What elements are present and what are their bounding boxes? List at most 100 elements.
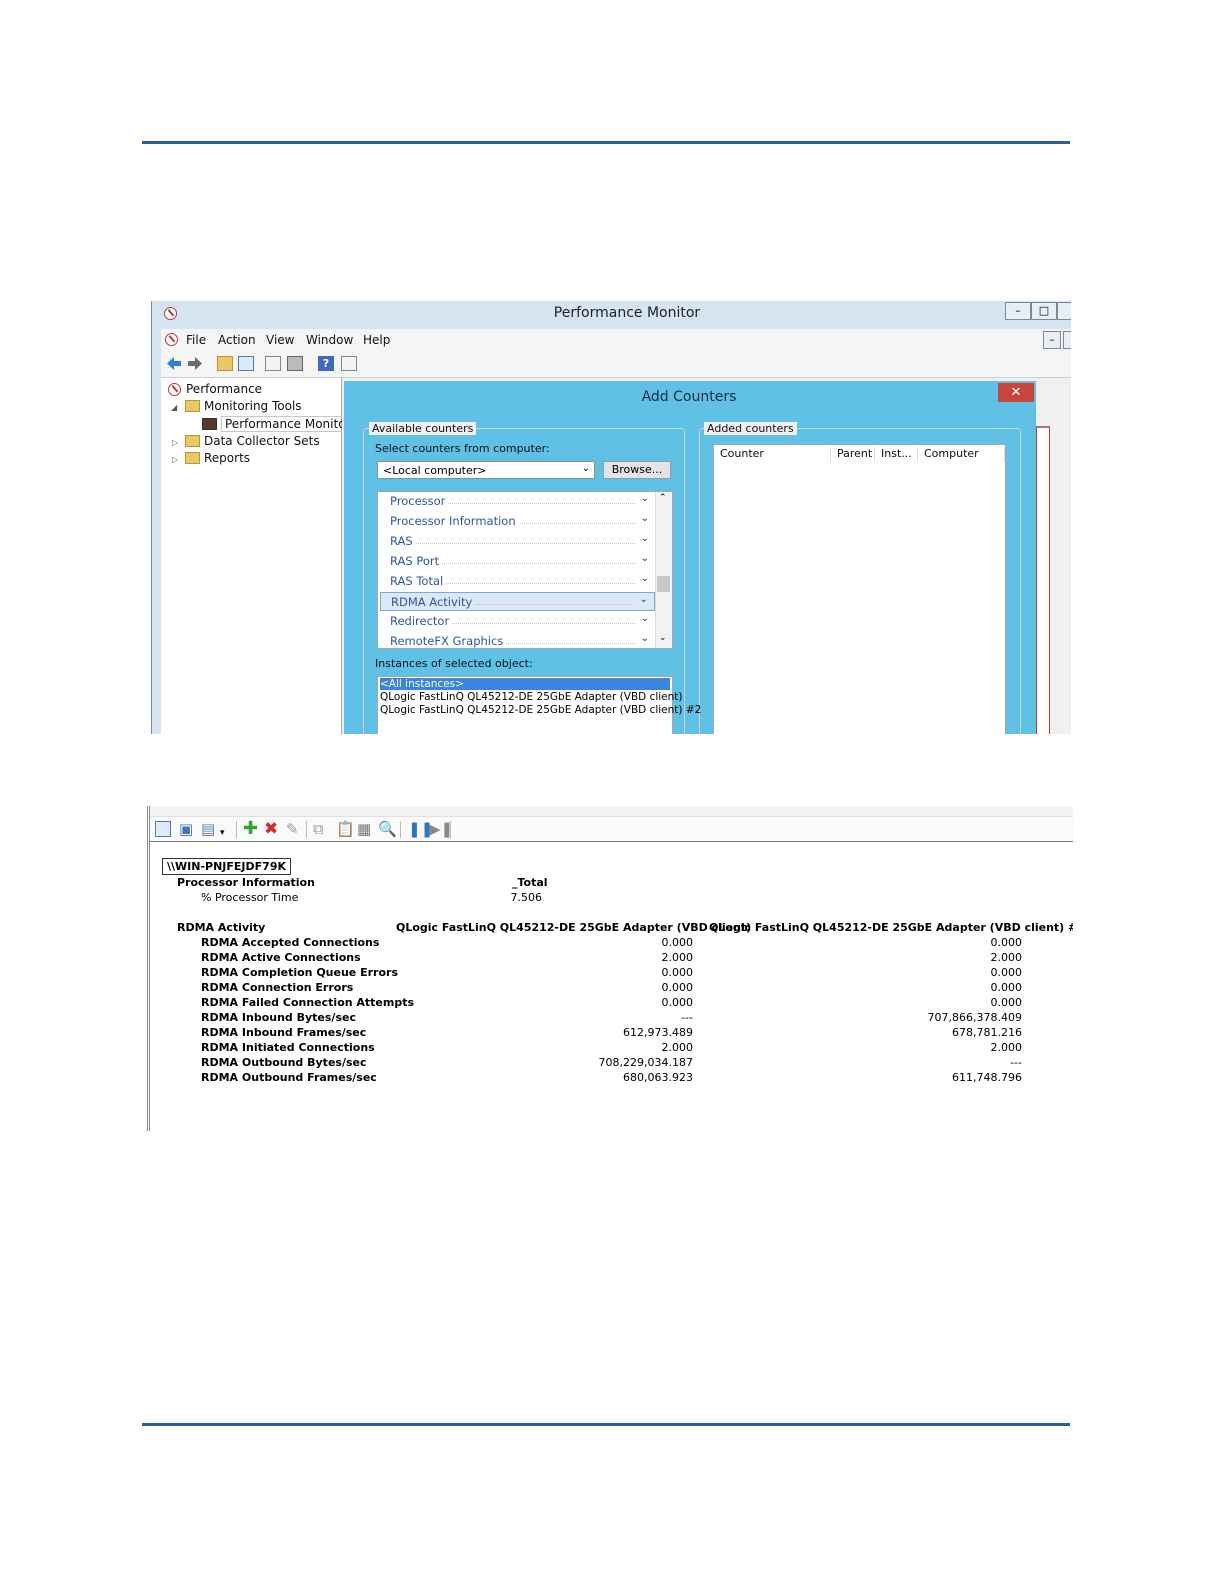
processor-time-counter: % Processor Time <box>201 891 299 904</box>
add-icon[interactable]: ✚ <box>243 820 258 838</box>
chevron-down-icon: ⌄ <box>640 633 649 644</box>
minimize-button[interactable]: – <box>1005 302 1031 320</box>
instance-item-selected[interactable]: <All instances> <box>380 678 670 690</box>
counter-item[interactable]: RAS Port ⌄ <box>380 552 655 571</box>
column-computer[interactable]: Computer <box>918 447 1005 462</box>
console-tree: Performance ◢ Monitoring Tools Performan… <box>161 378 355 734</box>
available-counters-list[interactable]: Processor ⌄ Processor Information ⌄ RAS ⌄ R… <box>377 491 673 649</box>
rdma-value-2: 2.000 <box>990 951 1023 964</box>
chevron-down-icon: ⌄ <box>639 594 648 605</box>
scroll-thumb[interactable] <box>657 576 670 592</box>
column-parent[interactable]: Parent <box>831 447 875 462</box>
help-icon[interactable]: ? <box>318 356 334 371</box>
print-icon[interactable] <box>287 356 303 371</box>
rdma-counter: RDMA Outbound Bytes/sec <box>201 1056 367 1069</box>
monitoring-tools-icon <box>185 400 200 412</box>
toolbar-separator <box>400 821 401 838</box>
up-folder-icon[interactable] <box>217 356 233 371</box>
rdma-counter: RDMA Accepted Connections <box>201 936 380 949</box>
highlight-icon[interactable]: ✎ <box>286 821 299 837</box>
menu-help[interactable]: Help <box>363 333 390 347</box>
menu-file[interactable]: File <box>186 333 206 347</box>
properties-icon[interactable] <box>265 356 281 371</box>
show-hide-tree-icon[interactable] <box>238 356 254 371</box>
rdma-value-2: 0.000 <box>990 966 1023 979</box>
rdma-value-1: 0.000 <box>661 981 694 994</box>
rdma-value-2: 707,866,378.409 <box>927 1011 1022 1024</box>
tree-collapsed-arrow-icon[interactable]: ▷ <box>172 438 178 447</box>
available-counters-label: Available counters <box>369 422 477 435</box>
tree-monitoring-tools[interactable]: Monitoring Tools <box>204 399 302 413</box>
added-counters-list[interactable]: Counter Parent Inst... Computer <box>713 444 1006 734</box>
perfmon-app-icon <box>164 307 177 320</box>
perfmon-report-view: ▣ ▤ ▾ ✚ ✖ ✎ ⧉ 📋 ▦ 🔍 ❚❚ ▶❚ \\WIN-PNJFEJDF… <box>147 806 1073 1131</box>
counter-item-selected[interactable]: RDMA Activity ⌄ <box>380 592 655 611</box>
rdma-counter: RDMA Completion Queue Errors <box>201 966 398 979</box>
chevron-down-icon[interactable]: ▾ <box>220 825 225 841</box>
delete-icon[interactable]: ✖ <box>264 821 278 838</box>
header-rule <box>142 141 1070 144</box>
chevron-down-icon: ⌄ <box>640 513 649 524</box>
counter-item[interactable]: Redirector ⌄ <box>380 612 655 631</box>
tree-data-collector-sets[interactable]: Data Collector Sets <box>204 434 320 448</box>
zoom-icon[interactable]: 🔍 <box>378 821 397 837</box>
chevron-down-icon: ⌄ <box>581 463 590 474</box>
close-button[interactable] <box>1057 302 1071 320</box>
tree-expanded-arrow-icon[interactable]: ◢ <box>171 403 177 412</box>
menu-bar: File Action View Window Help – <box>161 329 1071 351</box>
toolbar-separator <box>450 821 451 838</box>
rdma-counter: RDMA Active Connections <box>201 951 361 964</box>
rdma-value-2: 0.000 <box>990 996 1023 1009</box>
maximize-button[interactable]: □ <box>1031 302 1057 320</box>
tree-performance-monitor[interactable]: Performance Monitor <box>221 416 355 432</box>
menu-window[interactable]: Window <box>306 333 353 347</box>
rdma-value-1: 2.000 <box>661 951 694 964</box>
graph-edge <box>1036 426 1050 734</box>
toolbar-separator <box>306 821 307 838</box>
properties-icon[interactable]: ▦ <box>357 821 371 837</box>
tree-performance[interactable]: Performance <box>186 382 262 396</box>
tree-reports[interactable]: Reports <box>204 451 250 465</box>
menu-view[interactable]: View <box>266 333 294 347</box>
counter-item[interactable]: RemoteFX Graphics ⌄ <box>380 632 655 648</box>
inner-restore-button[interactable] <box>1063 331 1071 349</box>
counter-item[interactable]: RAS ⌄ <box>380 532 655 551</box>
chevron-down-icon: ⌄ <box>640 493 649 504</box>
rdma-counter: RDMA Connection Errors <box>201 981 354 994</box>
rdma-instance-2-header: QLogic FastLinQ QL45212-DE 25GbE Adapter… <box>709 921 1073 934</box>
menu-action[interactable]: Action <box>218 333 256 347</box>
rdma-counter: RDMA Inbound Bytes/sec <box>201 1011 356 1024</box>
report-host-name: \\WIN-PNJFEJDF79K <box>162 858 291 875</box>
copy-properties-icon[interactable]: ⧉ <box>313 821 324 837</box>
performance-icon <box>168 383 181 396</box>
back-arrow-icon[interactable] <box>166 356 182 371</box>
console-icon[interactable] <box>341 356 357 371</box>
inner-minimize-button[interactable]: – <box>1043 331 1061 349</box>
rdma-counter: RDMA Failed Connection Attempts <box>201 996 415 1009</box>
data-collector-sets-icon <box>185 435 200 447</box>
chevron-down-icon: ⌄ <box>640 573 649 584</box>
toolbar-separator <box>236 821 237 838</box>
instances-list[interactable]: <All instances> QLogic FastLinQ QL45212-… <box>377 676 701 734</box>
mmc-app-icon[interactable] <box>165 333 178 346</box>
column-instance[interactable]: Inst... <box>875 447 918 462</box>
browse-button[interactable]: Browse... <box>603 461 671 479</box>
view-current-activity-icon[interactable] <box>155 821 171 837</box>
tree-collapsed-arrow-icon[interactable]: ▷ <box>172 455 178 464</box>
change-graph-type-icon[interactable]: ▤ <box>201 821 215 837</box>
counter-item[interactable]: Processor Information ⌄ <box>380 512 655 531</box>
rdma-counter: RDMA Initiated Connections <box>201 1041 375 1054</box>
rdma-activity-title: RDMA Activity <box>177 921 266 934</box>
instance-item[interactable]: QLogic FastLinQ QL45212-DE 25GbE Adapter… <box>380 691 683 703</box>
computer-select[interactable]: <Local computer> ⌄ <box>377 461 595 479</box>
counter-list-scrollbar[interactable]: ⌃ ⌄ <box>655 492 672 648</box>
paste-counter-list-icon[interactable]: 📋 <box>336 821 355 837</box>
instance-item[interactable]: QLogic FastLinQ QL45212-DE 25GbE Adapter… <box>380 704 701 716</box>
rdma-value-1: 612,973.489 <box>623 1026 693 1039</box>
rdma-value-1: 708,229,034.187 <box>598 1056 693 1069</box>
column-counter[interactable]: Counter <box>714 447 831 462</box>
counter-item[interactable]: RAS Total ⌄ <box>380 572 655 591</box>
forward-arrow-icon[interactable] <box>187 356 203 371</box>
counter-item[interactable]: Processor ⌄ <box>380 492 655 511</box>
view-log-data-icon[interactable]: ▣ <box>179 821 193 837</box>
